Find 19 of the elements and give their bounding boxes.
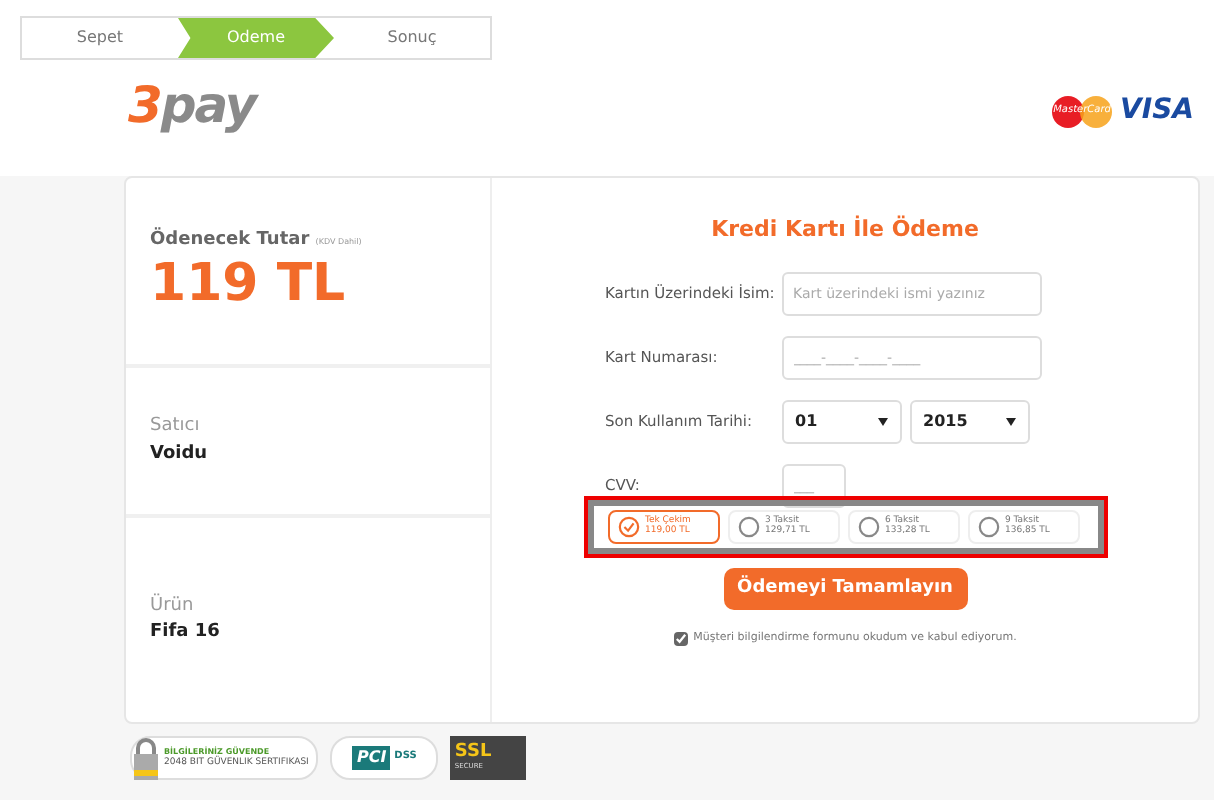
amount: 119 TL [150,255,348,314]
agree-checkbox[interactable] [673,631,688,646]
logo: 3pay [128,80,256,130]
year-select[interactable]: 2015 [909,399,1029,443]
radio-circle-icon [977,515,999,538]
padlock-icon [132,736,160,780]
seller-label: Satıcı [150,414,202,440]
submit-button[interactable]: Ödemeyi Tamamlayın [723,568,967,611]
product-name: Fifa 16 [150,620,222,646]
product-label: Ürün [150,593,196,619]
radio-circle-icon [857,515,879,538]
seller-name: Voidu [150,441,210,467]
caret-icon [1005,417,1015,425]
form-title: Kredi Kartı İle Ödeme [711,214,979,246]
check-circle-icon [617,515,639,538]
radio-circle-icon [737,515,759,538]
month-select[interactable]: 01 [781,399,901,443]
caret-icon [877,417,887,425]
visa-logo: VISA [1120,92,1194,130]
